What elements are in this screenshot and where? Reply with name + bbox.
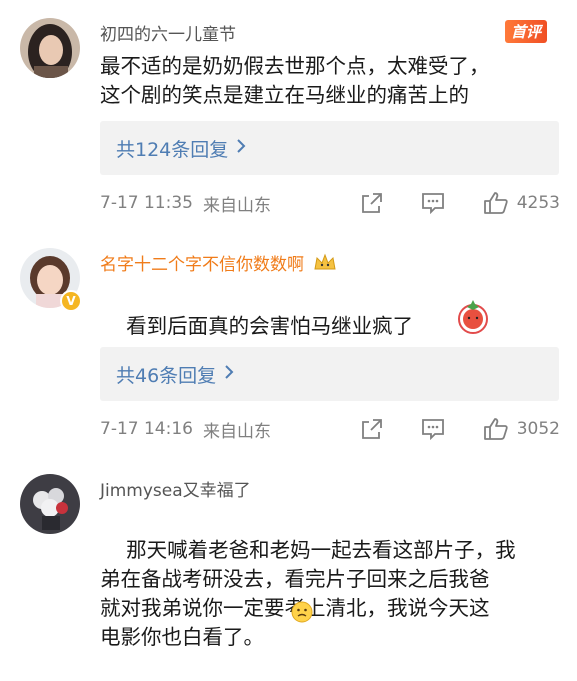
- view-replies-button[interactable]: 共124条回复: [100, 121, 559, 175]
- comment-icon[interactable]: [421, 418, 445, 440]
- chevron-right-icon: [224, 364, 234, 384]
- username[interactable]: 名字十二个字不信你数数啊: [100, 250, 337, 278]
- comment-text: 最不适的是奶奶假去世那个点，太难受了， 这个剧的笑点是建立在马继业的痛苦上的: [100, 54, 490, 107]
- thumbs-up-icon: [483, 191, 509, 215]
- share-icon[interactable]: [361, 192, 383, 214]
- emoji-icon: [291, 601, 313, 627]
- comment-meta: 7-17 14:16 来自山东 3052: [100, 417, 560, 442]
- chevron-right-icon: [236, 138, 246, 158]
- thumbs-up-icon: [483, 417, 509, 441]
- timestamp: 7-17 11:35: [100, 193, 193, 213]
- like-button[interactable]: 3052: [483, 417, 560, 441]
- like-button[interactable]: 4253: [483, 191, 560, 215]
- crown-icon: [313, 253, 337, 278]
- tomato-sticker-icon: [455, 298, 491, 338]
- location: 来自山东: [202, 421, 271, 442]
- location: 来自山东: [202, 195, 271, 216]
- username-text: 名字十二个字不信你数数啊: [100, 255, 304, 275]
- comment-text-content: 看到后面真的会害怕马继业疯了: [126, 314, 414, 338]
- share-icon[interactable]: [361, 418, 383, 440]
- username[interactable]: 初四的六一儿童节: [100, 20, 236, 45]
- replies-count: 共124条回复: [116, 138, 229, 161]
- like-count: 3052: [516, 419, 560, 439]
- comment-meta: 7-17 11:35 来自山东 4253: [100, 191, 560, 216]
- timestamp: 7-17 14:16: [100, 419, 193, 439]
- first-comment-badge: 首评: [504, 20, 547, 43]
- comment-text-content: 那天喊着老爸和老妈一起去看这部片子，我 弟在备战考研没去，看完片子回来之后我爸 …: [100, 538, 516, 649]
- comment-text: 那天喊着老爸和老妈一起去看这部片子，我 弟在备战考研没去，看完片子回来之后我爸 …: [100, 507, 560, 681]
- like-count: 4253: [516, 193, 560, 213]
- avatar[interactable]: [20, 474, 80, 534]
- view-replies-button[interactable]: 共46条回复: [100, 347, 559, 401]
- comment-icon[interactable]: [421, 192, 445, 214]
- verified-v-icon: V: [60, 290, 82, 312]
- username[interactable]: Jimmysea又幸福了: [100, 476, 251, 501]
- replies-count: 共46条回复: [116, 364, 217, 387]
- avatar[interactable]: [20, 18, 80, 78]
